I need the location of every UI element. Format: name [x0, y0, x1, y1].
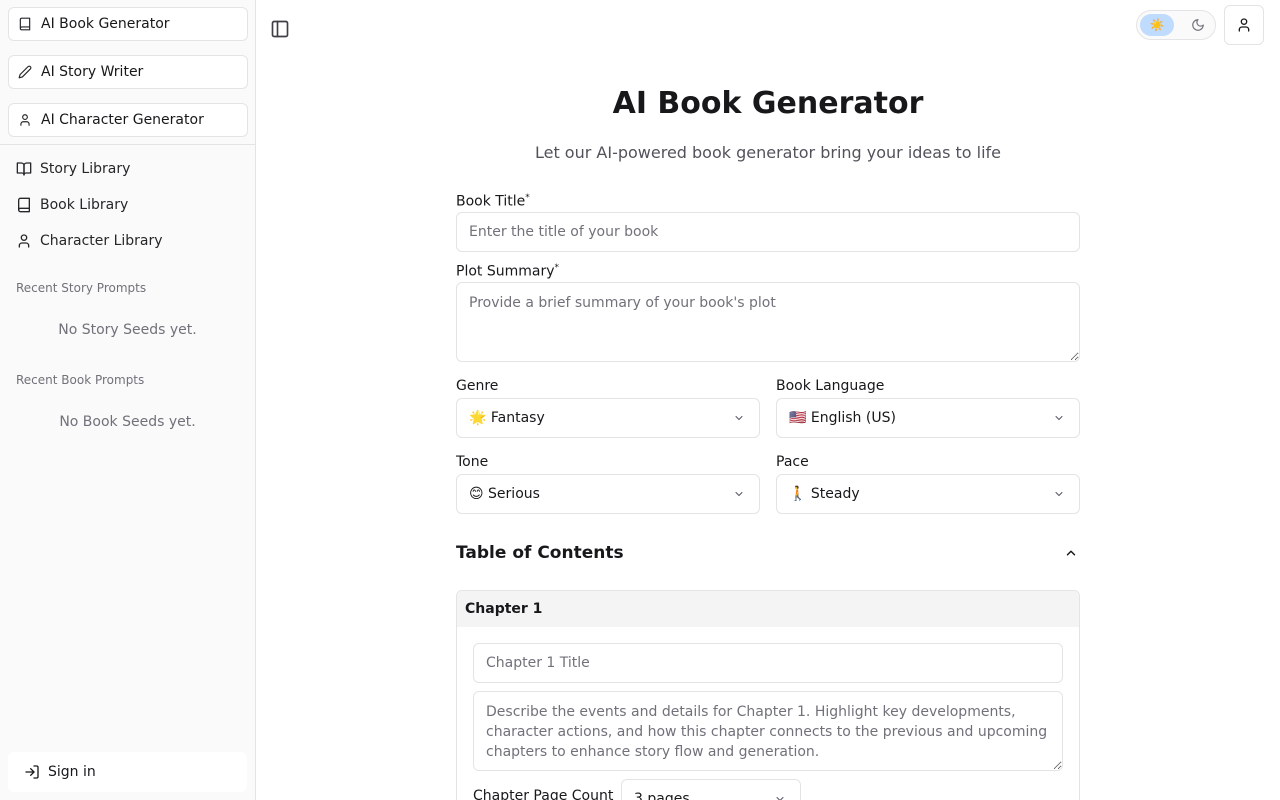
tool-ai-book-generator[interactable]: AI Book Generator: [8, 7, 248, 41]
book-language-label: Book Language: [776, 378, 885, 394]
genre-select[interactable]: 🌟 Fantasy: [456, 398, 760, 438]
sidebar-item-character-library[interactable]: Character Library: [16, 229, 163, 253]
sign-in-icon: [25, 765, 39, 779]
pencil-icon: [18, 65, 32, 79]
chevron-up-icon[interactable]: [1064, 546, 1078, 560]
pace-value: 🚶 Steady: [789, 486, 860, 502]
tone-select[interactable]: 😊 Serious: [456, 474, 760, 514]
sidebar: AI Book Generator AI Story Writer AI Cha…: [0, 0, 256, 800]
table-of-contents-heading[interactable]: Table of Contents: [456, 543, 624, 563]
sidebar-item-label: Book Library: [40, 197, 129, 213]
required-mark: *: [554, 263, 560, 273]
genre-value: 🌟 Fantasy: [469, 410, 545, 426]
chapter-heading: Chapter 1: [457, 591, 1079, 627]
page-subtitle: Let our AI-powered book generator bring …: [534, 143, 1002, 162]
tone-value: 😊 Serious: [469, 486, 540, 502]
recent-book-empty: No Book Seeds yet.: [59, 414, 196, 430]
chevron-down-icon: [1055, 416, 1063, 420]
user-icon: [1238, 18, 1250, 32]
recent-book-prompts-heading: Recent Book Prompts: [16, 373, 145, 387]
genre-label: Genre: [456, 378, 499, 394]
plot-summary-label: Plot Summary*: [456, 263, 559, 280]
tool-label: AI Character Generator: [41, 112, 204, 128]
chapter-page-count-value: 3 pages: [634, 791, 690, 800]
sidebar-item-story-library[interactable]: Story Library: [16, 157, 130, 181]
sidebar-item-book-library[interactable]: Book Library: [16, 193, 128, 217]
book-title-input[interactable]: [456, 212, 1080, 252]
sign-in-label: Sign in: [48, 764, 96, 780]
chevron-down-icon: [1055, 492, 1063, 496]
tone-label: Tone: [456, 454, 489, 470]
chevron-down-icon: [735, 416, 743, 420]
plot-summary-textarea[interactable]: [456, 282, 1080, 362]
tool-ai-character-generator[interactable]: AI Character Generator: [8, 103, 248, 137]
tool-ai-story-writer[interactable]: AI Story Writer: [8, 55, 248, 89]
sun-icon[interactable]: ☀️: [1140, 14, 1174, 36]
chapter-page-count-label: Chapter Page Count: [473, 788, 614, 800]
recent-story-empty: No Story Seeds yet.: [58, 322, 197, 338]
panel-left-icon: [271, 20, 289, 38]
open-book-icon: [16, 162, 32, 176]
pace-select[interactable]: 🚶 Steady: [776, 474, 1080, 514]
moon-icon[interactable]: [1191, 18, 1205, 32]
chapter-card: Chapter 1 Chapter Page Count 3 pages: [456, 590, 1080, 800]
sidebar-toggle-button[interactable]: [270, 19, 290, 39]
sidebar-divider: [0, 144, 255, 145]
book-title-label: Book Title*: [456, 193, 530, 210]
tool-label: AI Story Writer: [41, 64, 144, 80]
sidebar-item-label: Character Library: [40, 233, 163, 249]
user-menu-button[interactable]: [1224, 5, 1264, 45]
chapter-page-count-select[interactable]: 3 pages: [621, 779, 801, 800]
required-mark: *: [525, 193, 530, 203]
chapter-title-input[interactable]: [473, 643, 1063, 683]
recent-story-prompts-heading: Recent Story Prompts: [16, 281, 147, 295]
pace-label: Pace: [776, 454, 809, 470]
book-language-value: 🇺🇸 English (US): [789, 410, 896, 426]
book-icon: [19, 17, 31, 31]
chevron-down-icon: [776, 797, 784, 800]
chapter-description-textarea[interactable]: [473, 691, 1063, 771]
user-icon: [20, 114, 30, 126]
chevron-down-icon: [735, 492, 743, 496]
sidebar-item-label: Story Library: [40, 161, 131, 177]
book-language-select[interactable]: 🇺🇸 English (US): [776, 398, 1080, 438]
page-title: AI Book Generator: [612, 86, 924, 121]
user-icon: [18, 234, 30, 248]
tool-label: AI Book Generator: [41, 16, 170, 32]
theme-toggle[interactable]: ☀️: [1136, 10, 1216, 40]
book-icon: [18, 197, 30, 213]
sign-in-button[interactable]: Sign in: [8, 752, 247, 792]
